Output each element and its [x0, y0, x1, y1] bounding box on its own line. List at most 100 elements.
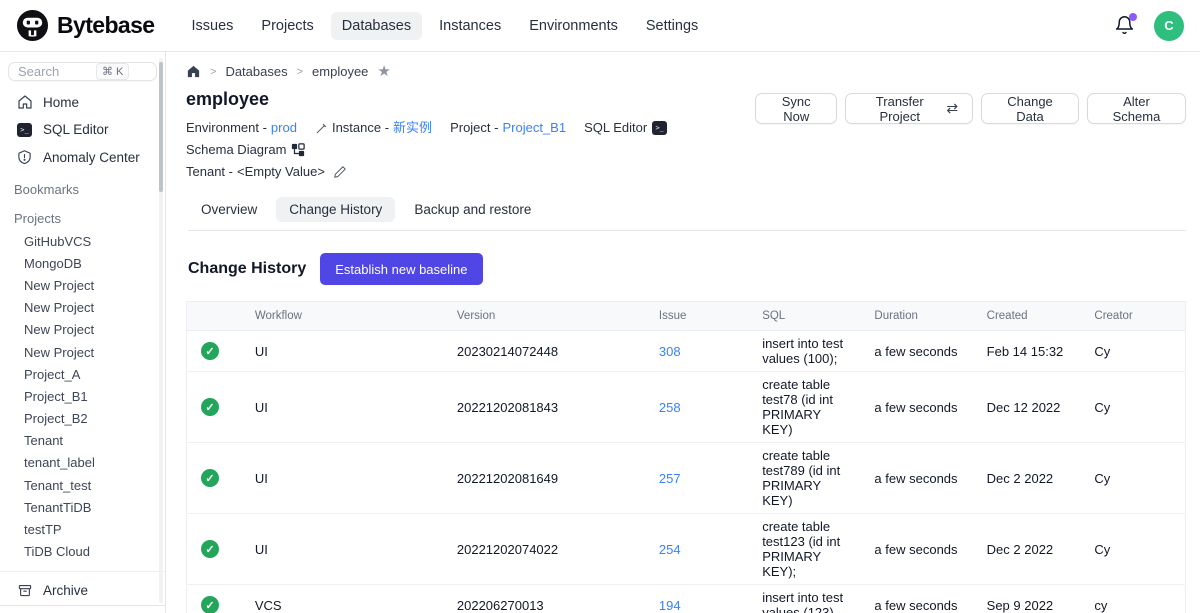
tab[interactable]: Change History	[276, 197, 395, 222]
version-cell: 202206270013	[447, 585, 649, 613]
schema-diagram-label: Schema Diagram	[186, 139, 286, 161]
sidebar-project-item[interactable]: MongoDB	[0, 252, 165, 274]
user-avatar[interactable]: C	[1154, 11, 1184, 41]
tenant-value: <Empty Value>	[237, 161, 325, 183]
sidebar-project-item[interactable]: New Project	[0, 274, 165, 296]
sidebar-project-item[interactable]: New Project	[0, 341, 165, 363]
column-header: Creator	[1084, 302, 1185, 331]
notification-bell-button[interactable]	[1114, 15, 1136, 37]
sidebar-project-item[interactable]: TiDB Cloud	[0, 541, 165, 563]
shield-icon	[16, 149, 33, 165]
search-shortcut-badge: ⌘ K	[96, 63, 129, 80]
sql-cell: insert into test values (123)	[752, 585, 864, 613]
instance-link[interactable]: 新实例	[393, 117, 432, 139]
issue-link[interactable]: 254	[659, 542, 681, 557]
main-nav: Issues Projects Databases Instances Envi…	[180, 12, 709, 40]
issue-link[interactable]: 308	[659, 344, 681, 359]
sidebar-project-item[interactable]: tenant_label	[0, 452, 165, 474]
transfer-project-button[interactable]: Transfer Project ⇄	[845, 93, 973, 124]
creator-cell: Cy	[1084, 443, 1185, 514]
sql-cell: create table test123 (id int PRIMARY KEY…	[752, 514, 864, 585]
tab[interactable]: Overview	[188, 197, 270, 222]
sidebar-project-item[interactable]: New Project	[0, 297, 165, 319]
status-done-icon: ✓	[201, 469, 219, 487]
workflow-cell: VCS	[245, 585, 447, 613]
sidebar-item-sql-editor[interactable]: >_ SQL Editor	[0, 117, 165, 142]
change-data-button[interactable]: Change Data	[981, 93, 1079, 124]
column-header: SQL	[752, 302, 864, 331]
nav-item[interactable]: Projects	[250, 12, 324, 40]
bookmark-star-icon[interactable]: ★	[377, 64, 390, 79]
sidebar-scrollbar[interactable]	[159, 58, 163, 603]
table-row[interactable]: ✓ UI 20221202074022 254 create table tes…	[187, 514, 1186, 585]
workflow-cell: UI	[245, 514, 447, 585]
main-content: > Databases > employee ★ employee Enviro…	[166, 52, 1200, 613]
sidebar-project-item[interactable]: New Project	[0, 319, 165, 341]
establish-baseline-button[interactable]: Establish new baseline	[320, 253, 482, 285]
sidebar-project-item[interactable]: TenantTiDB	[0, 496, 165, 518]
sidebar-divider	[0, 571, 165, 572]
duration-cell: a few seconds	[864, 372, 976, 443]
tenant-label: Tenant -	[186, 161, 233, 183]
database-meta: Environment - prod Instance - 新实例	[186, 117, 755, 183]
search-input[interactable]	[18, 64, 96, 79]
terminal-icon: >_	[16, 123, 33, 137]
issue-link[interactable]: 194	[659, 598, 681, 613]
created-cell: Dec 2 2022	[977, 514, 1085, 585]
nav-item[interactable]: Settings	[635, 12, 709, 40]
environment-link[interactable]: prod	[271, 117, 297, 139]
table-row[interactable]: ✓ UI 20230214072448 308 insert into test…	[187, 331, 1186, 372]
edit-pencil-icon[interactable]	[333, 165, 347, 179]
sidebar-item-anomaly-center[interactable]: Anomaly Center	[0, 144, 165, 170]
issue-link[interactable]: 258	[659, 400, 681, 415]
nav-item[interactable]: Issues	[180, 12, 244, 40]
issue-link[interactable]: 257	[659, 471, 681, 486]
table-row[interactable]: ✓ UI 20221202081649 257 create table tes…	[187, 443, 1186, 514]
breadcrumb-home-icon[interactable]	[186, 64, 201, 79]
sidebar-project-item[interactable]: Tenant_test	[0, 474, 165, 496]
sql-editor-link[interactable]: SQL Editor >_	[584, 117, 667, 139]
status-done-icon: ✓	[201, 596, 219, 613]
schema-diagram-link[interactable]: Schema Diagram	[186, 139, 305, 161]
notification-dot	[1129, 13, 1137, 21]
sidebar-project-item[interactable]: Tenant	[0, 430, 165, 452]
sync-now-button[interactable]: Sync Now	[755, 93, 837, 124]
sidebar-item-home[interactable]: Home	[0, 89, 165, 115]
column-header: Created	[977, 302, 1085, 331]
bookmarks-section-label: Bookmarks	[0, 172, 165, 201]
sidebar-item-archive[interactable]: Archive	[0, 578, 165, 603]
project-label: Project -	[450, 117, 498, 139]
sidebar-footer: Enterprise Plan	[0, 605, 165, 613]
sidebar-project-item[interactable]: Project_B2	[0, 408, 165, 430]
database-tabs: Overview Change History Backup and resto…	[188, 197, 1186, 231]
instance-label: Instance -	[332, 117, 389, 139]
sidebar-project-item[interactable]: testTP	[0, 518, 165, 540]
nav-item[interactable]: Instances	[428, 12, 512, 40]
sidebar-scrollbar-thumb[interactable]	[159, 62, 163, 192]
tab[interactable]: Backup and restore	[401, 197, 544, 222]
environment-label: Environment -	[186, 117, 267, 139]
duration-cell: a few seconds	[864, 514, 976, 585]
breadcrumb-databases[interactable]: Databases	[225, 64, 287, 79]
breadcrumb: > Databases > employee ★	[186, 64, 1186, 79]
project-link[interactable]: Project_B1	[502, 117, 566, 139]
sidebar-project-item[interactable]: Project_B1	[0, 385, 165, 407]
change-history-table: WorkflowVersionIssueSQLDurationCreatedCr…	[186, 301, 1186, 613]
projects-section-label: Projects	[0, 201, 165, 230]
search-box[interactable]: ⌘ K	[8, 62, 157, 81]
nav-item[interactable]: Environments	[518, 12, 629, 40]
sql-cell: create table test78 (id int PRIMARY KEY)	[752, 372, 864, 443]
table-row[interactable]: ✓ VCS 202206270013 194 insert into test …	[187, 585, 1186, 613]
sidebar-project-item[interactable]: GitHubVCS	[0, 230, 165, 252]
bytebase-logo[interactable]: Bytebase	[16, 9, 154, 42]
creator-cell: Cy	[1084, 514, 1185, 585]
version-cell: 20221202081843	[447, 372, 649, 443]
created-cell: Feb 14 15:32	[977, 331, 1085, 372]
page-header: employee Environment - prod	[186, 89, 1186, 183]
nav-item[interactable]: Databases	[331, 12, 422, 40]
duration-cell: a few seconds	[864, 331, 976, 372]
table-row[interactable]: ✓ UI 20221202081843 258 create table tes…	[187, 372, 1186, 443]
alter-schema-button[interactable]: Alter Schema	[1087, 93, 1186, 124]
sidebar-project-item[interactable]: Project_A	[0, 363, 165, 385]
archive-icon	[16, 583, 33, 598]
